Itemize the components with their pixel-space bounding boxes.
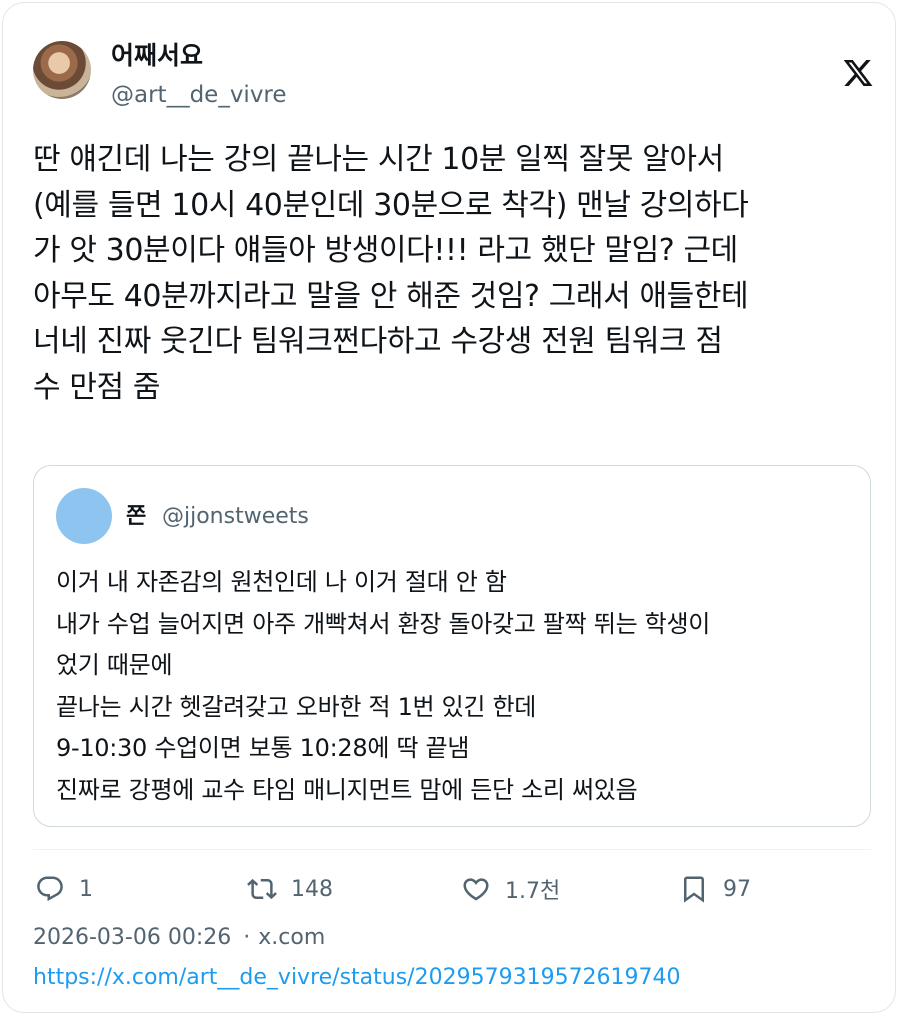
meta-separator: · bbox=[243, 925, 251, 950]
quoted-handle: @jjonstweets bbox=[162, 504, 309, 529]
bookmark-icon bbox=[684, 876, 704, 903]
reply-icon bbox=[37, 876, 63, 902]
author-avatar[interactable] bbox=[33, 41, 91, 99]
x-logo-icon[interactable] bbox=[841, 57, 875, 89]
retweet-button[interactable]: 148 bbox=[247, 871, 333, 907]
quoted-text: 이거 내 자존감의 원천인데 나 이거 절대 안 함 내가 수업 늘어지면 아주… bbox=[56, 568, 711, 804]
tweet-text: 딴 얘긴데 나는 강의 끝나는 시간 10분 일찍 잘못 알아서 (예를 들면 … bbox=[33, 142, 749, 405]
retweet-icon bbox=[247, 878, 277, 900]
bookmark-button[interactable]: 97 bbox=[679, 871, 751, 907]
tweet-url-link[interactable]: https://x.com/art__de_vivre/status/20295… bbox=[33, 963, 681, 993]
timestamp[interactable]: 2026-03-06 00:26 bbox=[33, 925, 231, 950]
divider bbox=[33, 849, 871, 850]
like-button[interactable]: 1.7천 bbox=[461, 871, 560, 907]
reply-count: 1 bbox=[79, 876, 93, 902]
tweet-meta: 2026-03-06 00:26 · x.com bbox=[33, 923, 325, 953]
source-domain[interactable]: x.com bbox=[258, 925, 325, 950]
quoted-avatar[interactable] bbox=[56, 488, 112, 544]
author-display-name[interactable]: 어째서요 bbox=[111, 41, 203, 71]
bookmark-count: 97 bbox=[723, 876, 751, 902]
author-handle[interactable]: @art__de_vivre bbox=[111, 81, 287, 109]
tweet-card: 어째서요 @art__de_vivre 딴 얘긴데 나는 강의 끝나는 시간 1… bbox=[2, 2, 896, 1013]
like-count: 1.7천 bbox=[505, 879, 561, 904]
heart-icon bbox=[463, 878, 489, 901]
retweet-count: 148 bbox=[291, 876, 333, 902]
quoted-display-name: 쫀 bbox=[126, 504, 147, 529]
quoted-tweet[interactable]: 쫀 @jjonstweets 이거 내 자존감의 원천인데 나 이거 절대 안 … bbox=[33, 465, 871, 827]
reply-button[interactable]: 1 bbox=[35, 871, 93, 907]
